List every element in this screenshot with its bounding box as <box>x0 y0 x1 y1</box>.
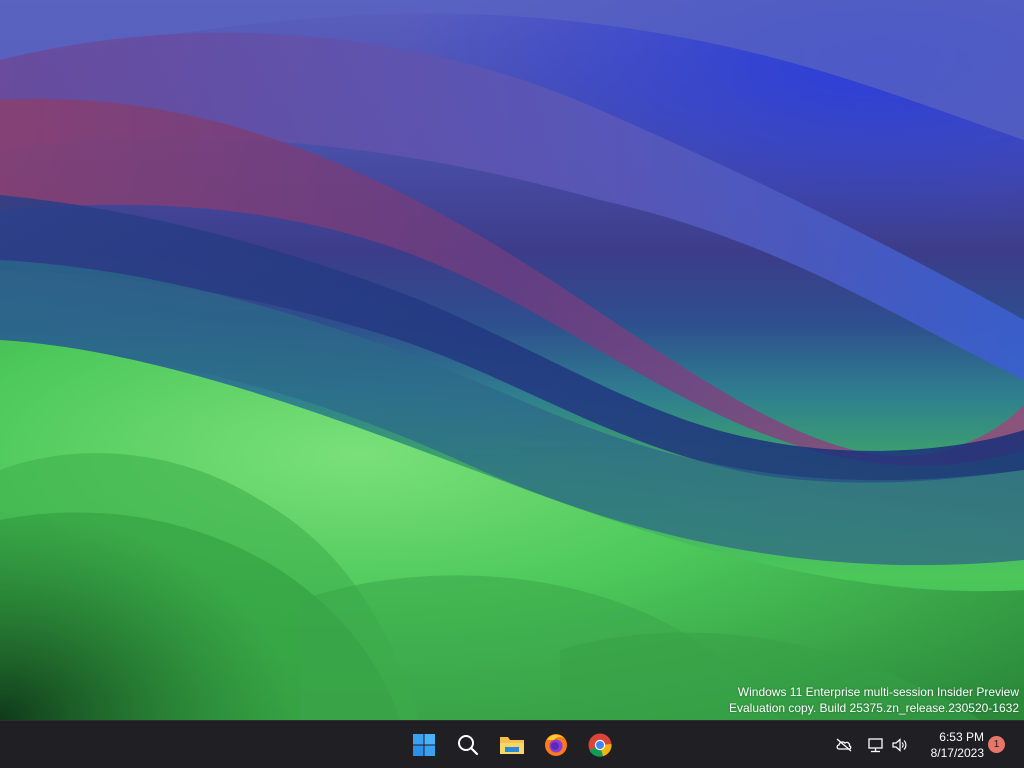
start-button[interactable] <box>404 725 444 765</box>
watermark-line-2: Evaluation copy. Build 25375.zn_release.… <box>729 701 1019 715</box>
taskbar: 6:53 PM 8/17/2023 1 <box>0 720 1024 768</box>
onedrive-status[interactable] <box>834 735 854 755</box>
notification-badge[interactable]: 1 <box>988 736 1005 753</box>
volume-icon <box>892 738 907 752</box>
windows-logo-icon <box>413 734 435 756</box>
watermark-line-1: Windows 11 Enterprise multi-session Insi… <box>737 685 1019 699</box>
clock-time: 6:53 PM <box>939 730 984 744</box>
wallpaper-art <box>0 0 1024 720</box>
clock[interactable]: 6:53 PM 8/17/2023 <box>918 729 984 761</box>
chrome-icon <box>588 733 612 757</box>
network-icon <box>868 738 883 753</box>
volume-control[interactable] <box>890 735 910 755</box>
network-status[interactable] <box>866 735 886 755</box>
search-button[interactable] <box>448 725 488 765</box>
file-explorer-button[interactable] <box>492 725 532 765</box>
search-icon <box>458 735 479 756</box>
firefox-button[interactable] <box>536 725 576 765</box>
desktop-wallpaper[interactable]: Windows 11 Enterprise multi-session Insi… <box>0 0 1024 720</box>
chrome-button[interactable] <box>580 725 620 765</box>
clock-date: 8/17/2023 <box>930 746 984 760</box>
folder-icon <box>500 737 524 754</box>
windows-evaluation-watermark: Windows 11 Enterprise multi-session Insi… <box>729 684 1019 716</box>
cloud-offline-icon <box>836 738 852 752</box>
firefox-icon <box>545 734 567 756</box>
